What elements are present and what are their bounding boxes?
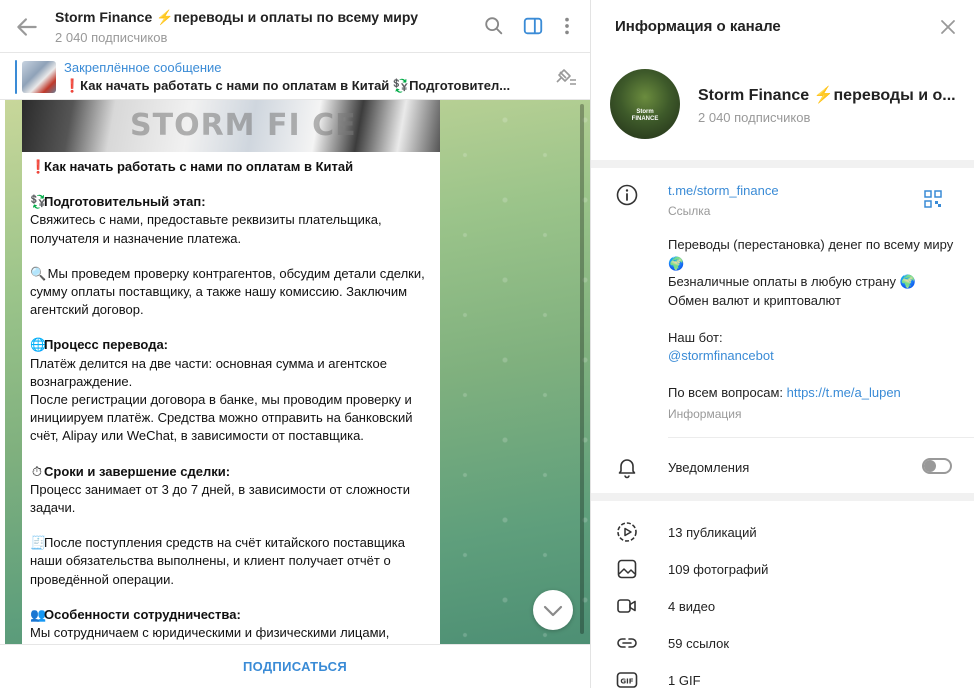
close-icon[interactable] (938, 17, 958, 37)
description-caption: Информация (668, 407, 742, 421)
channel-profile: Storm FINANCE Storm Finance ⚡️переводы и… (591, 54, 974, 160)
gif-icon: GIF (616, 672, 638, 688)
channel-description: Переводы (перестановка) денег по всему м… (668, 236, 958, 403)
message-heading: Как начать работать с нами по оплатам в … (44, 159, 354, 174)
row-separator (668, 437, 974, 438)
pinned-text: ❗️Как начать работать с нами по оплатам … (64, 78, 511, 93)
section-text: Мы сотрудничаем с юридическими и физичес… (30, 625, 390, 644)
pinned-label: Закреплённое сообщение (64, 60, 222, 75)
chat-scrollbar[interactable] (580, 100, 585, 644)
info-panel-title: Информация о канале (615, 18, 781, 35)
media-gifs[interactable]: 1 GIF (668, 673, 701, 688)
section-text: Платёж делится на две части: основная су… (30, 355, 413, 444)
svg-text:GIF: GIF (620, 678, 633, 686)
scroll-down-button[interactable] (533, 590, 573, 630)
search-icon[interactable] (483, 15, 505, 37)
section-title: Сроки и завершение сделки: (44, 463, 231, 479)
chevron-down-icon (543, 605, 563, 617)
section-text: Свяжитесь с нами, предоставьте реквизиты… (30, 212, 382, 246)
section-text: После поступления средств на счёт китайс… (30, 535, 405, 587)
questions-line: По всем вопросам: https://t.me/a_lupen (668, 384, 958, 403)
section-title: Подготовительный этап: (44, 194, 206, 210)
notifications-toggle[interactable] (922, 458, 952, 474)
pinned-thumbnail (22, 61, 56, 93)
section-title: Процесс перевода: (44, 337, 169, 353)
chat-subscriber-count: 2 040 подписчиков (55, 30, 168, 45)
photo-icon (617, 559, 637, 579)
section-text: Мы проведем проверку контрагентов, обсуд… (30, 265, 425, 318)
toggle-knob (924, 460, 936, 472)
description-line: Переводы (перестановка) денег по всему м… (668, 237, 954, 271)
sidebar-toggle-icon[interactable] (522, 15, 544, 37)
publications-icon (617, 522, 637, 542)
bot-link[interactable]: @stormfinancebot (668, 347, 958, 366)
description-line: Безналичные оплаты в любую страну 🌍 (668, 274, 916, 289)
section-text: Процесс занимает от 3 до 7 дней, в завис… (30, 481, 410, 516)
exchange-emoji: 💱 (30, 194, 47, 210)
channel-subscribers: 2 040 подписчиков (698, 110, 811, 125)
scrollbar-thumb[interactable] (580, 104, 584, 634)
link-icon (617, 638, 637, 648)
channel-link[interactable]: t.me/storm_finance (668, 183, 779, 198)
globe-emoji: 🌐 (30, 337, 47, 353)
more-menu-icon[interactable] (556, 15, 578, 37)
exclamation-emoji: ❗️ (30, 159, 47, 174)
telegram-window: Storm Finance ⚡️переводы и оплаты по все… (0, 0, 974, 688)
qr-code-icon[interactable] (924, 190, 942, 208)
subscribe-bar: ПОДПИСАТЬСЯ (0, 644, 590, 688)
avatar-logo-text: Storm FINANCE (631, 109, 659, 122)
message-bubble[interactable]: STORM FI CE ❗️Как начать работать с нами… (22, 100, 440, 644)
chat-header: Storm Finance ⚡️переводы и оплаты по все… (0, 0, 590, 53)
questions-label: По всем вопросам: (668, 385, 787, 400)
media-links[interactable]: 59 ссылок (668, 636, 729, 651)
channel-info-panel: Информация о канале Storm FINANCE Storm … (590, 0, 974, 688)
message-text: ❗️Как начать работать с нами по оплатам … (30, 158, 430, 644)
section-divider (591, 160, 974, 168)
receipt-emoji: 🧾 (30, 535, 47, 551)
chat-title[interactable]: Storm Finance ⚡️переводы и оплаты по все… (55, 9, 418, 26)
channel-avatar[interactable]: Storm FINANCE (610, 69, 680, 139)
back-arrow-icon[interactable] (14, 14, 40, 40)
subscribe-button[interactable]: ПОДПИСАТЬСЯ (0, 645, 590, 688)
media-videos[interactable]: 4 видео (668, 599, 715, 614)
media-photos[interactable]: 109 фотографий (668, 562, 768, 577)
pinned-indicator (15, 60, 17, 94)
message-image[interactable]: STORM FI CE (22, 100, 440, 152)
people-emoji: 👥 (30, 606, 47, 622)
pin-list-icon[interactable] (552, 66, 578, 88)
section-divider (591, 493, 974, 501)
stopwatch-emoji: ⏱ (31, 463, 43, 479)
notifications-label: Уведомления (668, 460, 750, 475)
channel-name: Storm Finance ⚡️переводы и о... (698, 87, 956, 104)
link-caption: Ссылка (668, 204, 711, 218)
section-title: Особенности сотрудничества: (44, 606, 241, 622)
media-publications[interactable]: 13 публикаций (668, 525, 757, 540)
video-icon (617, 599, 636, 613)
chat-pane: Storm Finance ⚡️переводы и оплаты по все… (0, 0, 590, 688)
bell-icon (618, 459, 636, 479)
info-icon (616, 184, 638, 206)
image-watermark: STORM FI CE (130, 108, 357, 143)
magnifier-emoji: 🔍 (30, 265, 47, 281)
bot-label: Наш бот: (668, 329, 723, 345)
questions-link[interactable]: https://t.me/a_lupen (787, 385, 901, 400)
description-line: Обмен валют и криптовалют (668, 292, 841, 308)
pinned-message-bar[interactable]: Закреплённое сообщение ❗️Как начать рабо… (0, 54, 590, 100)
